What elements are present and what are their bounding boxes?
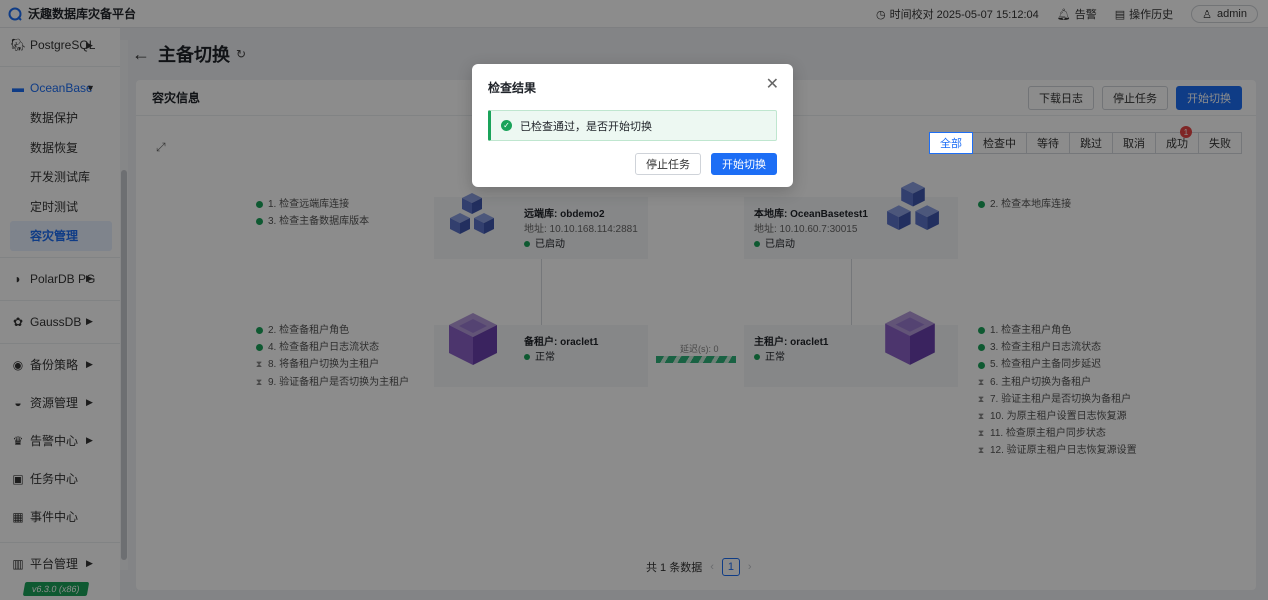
dialog-stop-task-button[interactable]: 停止任务: [635, 153, 701, 175]
dialog-title: 检查结果: [488, 81, 537, 95]
dialog-start-switch-button[interactable]: 开始切换: [711, 153, 777, 175]
check-circle-icon: ✓: [501, 120, 512, 131]
filter-all[interactable]: 全部: [929, 132, 973, 154]
alert-message: 已检查通过，是否开始切换: [520, 120, 652, 133]
success-alert: ✓ 已检查通过，是否开始切换: [488, 110, 777, 141]
close-icon[interactable]: ✕: [766, 74, 779, 94]
check-result-dialog: 检查结果 ✕ ✓ 已检查通过，是否开始切换 停止任务 开始切换: [472, 64, 793, 187]
